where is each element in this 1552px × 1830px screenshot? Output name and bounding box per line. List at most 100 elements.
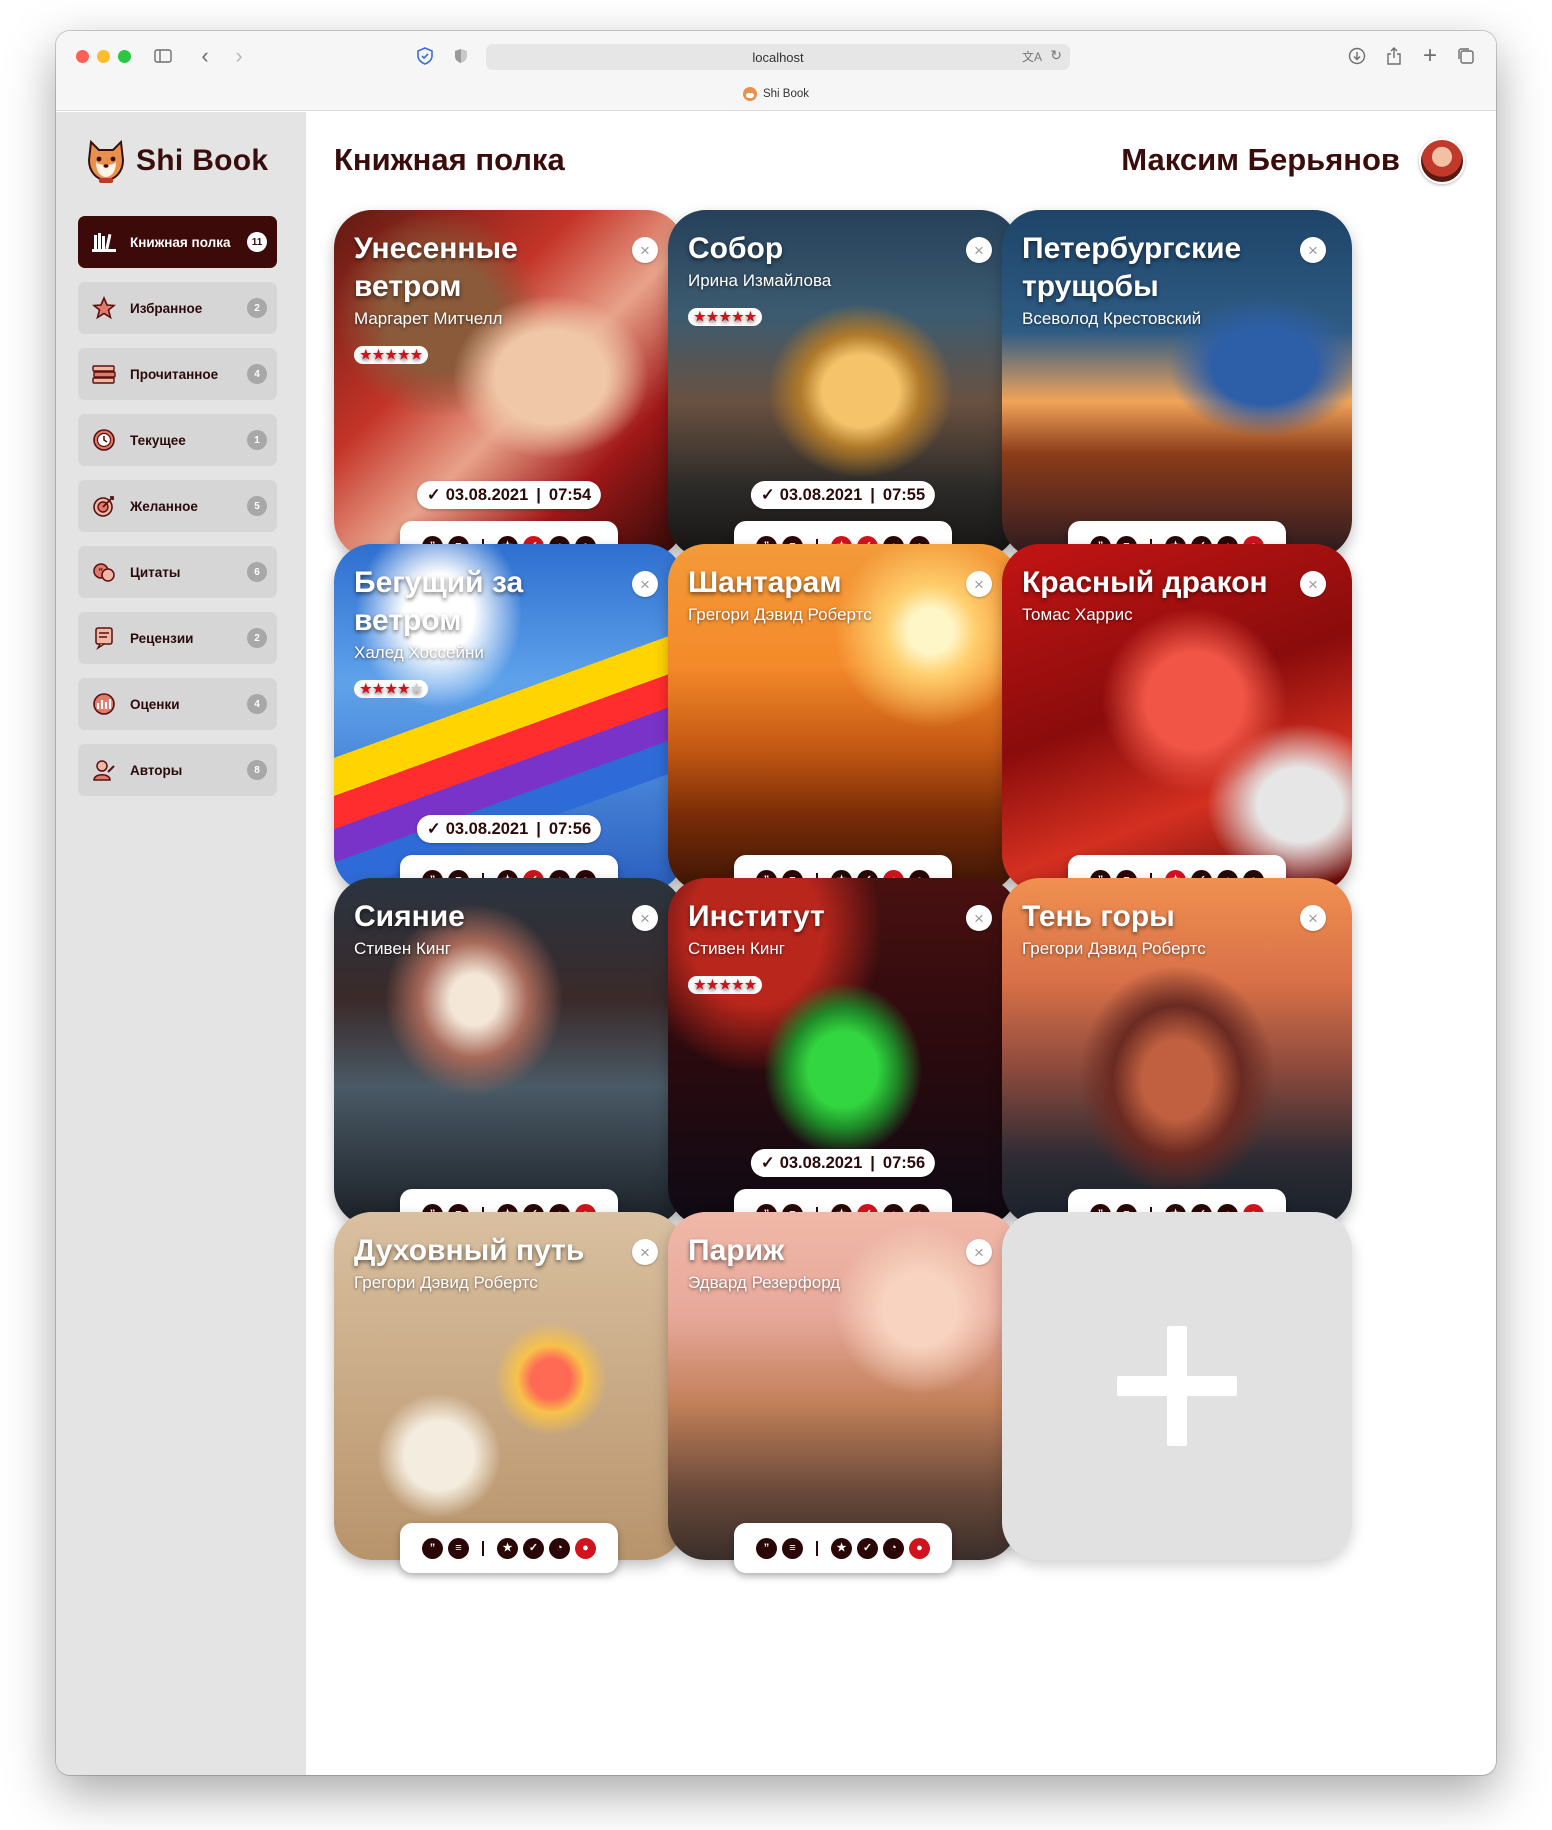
- quote-icon[interactable]: ”: [756, 1537, 777, 1559]
- book-card[interactable]: Собор Ирина Измайлова ★ ★ ★ ★ ★ × ✓ 03.08.20…: [668, 210, 1018, 571]
- read-check-icon[interactable]: ✓: [523, 1537, 544, 1559]
- books-stack-icon: [90, 360, 118, 388]
- read-check-icon[interactable]: ✓: [857, 1537, 878, 1559]
- translate-icon[interactable]: 文A: [1022, 48, 1042, 65]
- book-card[interactable]: Тень горы Грегори Дэвид Робертс × ”≡★✓◔●: [1002, 878, 1352, 1239]
- sidebar-item-authors[interactable]: Авторы 8: [78, 744, 277, 796]
- close-icon: ×: [640, 908, 650, 928]
- quote-icon[interactable]: ”: [422, 1537, 443, 1559]
- author-icon: [90, 756, 118, 784]
- target-icon: [90, 492, 118, 520]
- svg-text:“: “: [98, 567, 103, 576]
- book-card[interactable]: Шантарам Грегори Дэвид Робертс × ”≡★✓◔●: [668, 544, 1018, 905]
- rating-star-icon: ★: [694, 977, 706, 992]
- remove-book-button[interactable]: ×: [632, 571, 658, 597]
- close-window-button[interactable]: [76, 50, 89, 63]
- sidebar-item-quotes[interactable]: “ Цитаты 6: [78, 546, 277, 598]
- book-author: Халед Хоссейни: [354, 643, 484, 662]
- close-icon: ×: [1308, 574, 1318, 594]
- sidebar-item-count: 1: [247, 430, 267, 450]
- book-author: Всеволод Крестовский: [1022, 309, 1202, 328]
- separator: |: [870, 1153, 875, 1172]
- finished-time: 07:55: [882, 485, 926, 504]
- wishlist-icon[interactable]: ●: [575, 1537, 596, 1559]
- book-author: Маргарет Митчелл: [354, 309, 503, 328]
- brand[interactable]: Shi Book: [86, 138, 268, 184]
- close-icon: ×: [974, 574, 984, 594]
- book-card[interactable]: Институт Стивен Кинг ★ ★ ★ ★ ★ × ✓ 03.08.202…: [668, 878, 1018, 1239]
- reload-icon[interactable]: ↻: [1050, 47, 1062, 64]
- remove-book-button[interactable]: ×: [966, 905, 992, 931]
- review-icon[interactable]: ≡: [782, 1537, 803, 1559]
- remove-book-button[interactable]: ×: [1300, 905, 1326, 931]
- user-name[interactable]: Максим Берьянов: [1121, 142, 1400, 178]
- sidebar-item-label: Оценки: [130, 696, 180, 712]
- privacy-report-icon[interactable]: [450, 45, 472, 67]
- zoom-window-button[interactable]: [118, 50, 131, 63]
- book-title: Шантарам: [688, 566, 842, 599]
- book-info: Институт Стивен Кинг ★ ★ ★ ★ ★: [688, 898, 958, 999]
- rating-star-icon: ★: [744, 309, 757, 324]
- favorite-icon[interactable]: ★: [497, 1537, 518, 1559]
- rating-star-icon: ★: [694, 309, 706, 324]
- rating-star-icon: ★: [372, 347, 385, 362]
- favorite-icon[interactable]: ★: [831, 1537, 852, 1559]
- download-icon[interactable]: [1346, 45, 1368, 67]
- book-card[interactable]: Сияние Стивен Кинг × ”≡★✓◔●: [334, 878, 684, 1239]
- new-tab-icon[interactable]: +: [1419, 42, 1441, 69]
- sidebar-item-favorites[interactable]: Избранное 2: [78, 282, 277, 334]
- remove-book-button[interactable]: ×: [966, 1239, 992, 1265]
- plus-icon: [1117, 1326, 1237, 1446]
- forward-icon[interactable]: ›: [228, 43, 250, 68]
- wishlist-icon[interactable]: ●: [909, 1537, 930, 1559]
- book-title: Духовный путь: [354, 1234, 585, 1267]
- sidebar-item-reviews[interactable]: Рецензии 2: [78, 612, 277, 664]
- sidebar-item-wishlist[interactable]: Желанное 5: [78, 480, 277, 532]
- book-card[interactable]: Духовный путь Грегори Дэвид Робертс × ” ≡…: [334, 1212, 684, 1573]
- remove-book-button[interactable]: ×: [966, 237, 992, 263]
- remove-book-button[interactable]: ×: [632, 1239, 658, 1265]
- remove-book-button[interactable]: ×: [966, 571, 992, 597]
- book-title: Красный дракон: [1022, 566, 1268, 599]
- book-info: Собор Ирина Измайлова ★ ★ ★ ★ ★: [688, 230, 958, 331]
- rating-stars: ★ ★ ★ ★ ★: [354, 680, 429, 698]
- sidebar-item-bookshelf[interactable]: Книжная полка 11: [78, 216, 277, 268]
- address-bar[interactable]: localhost 文A ↻: [486, 44, 1070, 70]
- share-icon[interactable]: [1383, 45, 1405, 67]
- shield-icon[interactable]: [414, 45, 436, 67]
- current-clock-icon[interactable]: ◔: [549, 1537, 570, 1559]
- book-card[interactable]: Петербургские трущобы Всеволод Крестовск…: [1002, 210, 1352, 571]
- rating-stars: ★ ★ ★ ★ ★: [354, 346, 429, 364]
- browser-toolbar: ‹ › localhost 文A ↻ + Shi Book: [56, 31, 1496, 111]
- sidebar-item-ratings[interactable]: Оценки 4: [78, 678, 277, 730]
- book-card[interactable]: Париж Эдвард Резерфорд × ” ≡ ★ ✓ ◔ ●: [668, 1212, 1018, 1573]
- book-card[interactable]: Унесенные ветром Маргарет Митчелл ★ ★ ★ ★ ★ …: [334, 210, 684, 571]
- current-clock-icon[interactable]: ◔: [883, 1537, 904, 1559]
- rating-star-icon: ★: [410, 347, 423, 362]
- book-info: Духовный путь Грегори Дэвид Робертс: [354, 1232, 624, 1295]
- rating-star-icon: ★: [385, 681, 397, 696]
- book-card[interactable]: Бегущий за ветром Халед Хоссейни ★ ★ ★ ★ ★ ×…: [334, 544, 684, 905]
- sidebar-toggle-icon[interactable]: [152, 45, 174, 67]
- remove-book-button[interactable]: ×: [1300, 571, 1326, 597]
- sidebar-item-current[interactable]: Текущее 1: [78, 414, 277, 466]
- rating-star-icon: ★: [372, 681, 385, 696]
- add-book-button[interactable]: [1002, 1212, 1352, 1560]
- remove-book-button[interactable]: ×: [632, 237, 658, 263]
- book-author: Грегори Дэвид Робертс: [354, 1273, 538, 1292]
- tab-title[interactable]: Shi Book: [56, 87, 1496, 101]
- avatar[interactable]: [1419, 138, 1465, 184]
- tab-overview-icon[interactable]: [1455, 45, 1477, 67]
- sidebar-item-read[interactable]: Прочитанное 4: [78, 348, 277, 400]
- remove-book-button[interactable]: ×: [1300, 237, 1326, 263]
- quote-icon: “: [90, 558, 118, 586]
- minimize-window-button[interactable]: [97, 50, 110, 63]
- back-icon[interactable]: ‹: [194, 43, 216, 68]
- window-controls: [76, 50, 131, 63]
- review-icon[interactable]: ≡: [448, 1537, 469, 1559]
- book-card[interactable]: Красный дракон Томас Харрис × ”≡★✓◔●: [1002, 544, 1352, 905]
- rating-stars: ★ ★ ★ ★ ★: [688, 976, 763, 994]
- rating-star-icon: ★: [360, 347, 372, 362]
- book-info: Унесенные ветром Маргарет Митчелл ★ ★ ★ ★ ★: [354, 230, 624, 369]
- remove-book-button[interactable]: ×: [632, 905, 658, 931]
